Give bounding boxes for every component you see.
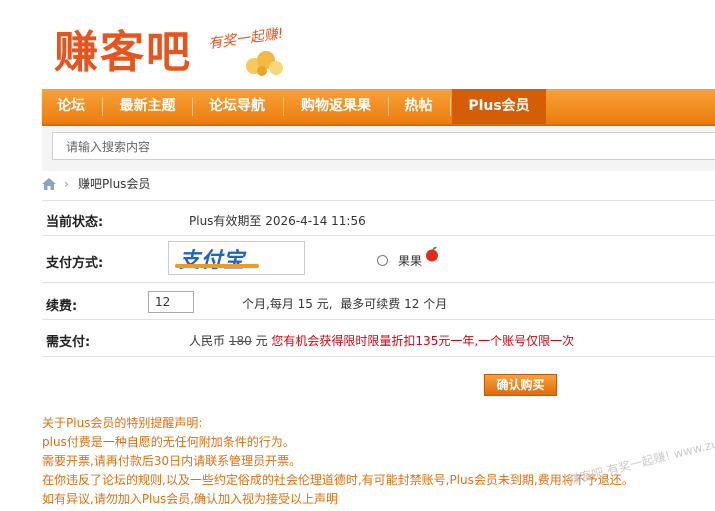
- renew-text-1: 个月,每月: [242, 297, 294, 311]
- notice-line: 需要开票,请再付款后30日内请联系管理员开票。: [42, 454, 302, 468]
- breadcrumb-current[interactable]: 赚吧Plus会员: [78, 172, 150, 196]
- pay-promo: 您有机会获得限时限量折扣135元一年,一个账号仅限一次: [271, 334, 575, 348]
- notice-line: plus付费是一种自愿的无任何附加条件的行为。: [42, 435, 295, 449]
- nav-item-plus[interactable]: Plus会员: [452, 89, 546, 124]
- chevron-right-icon: ›: [64, 177, 69, 191]
- nav-item-shopping[interactable]: 购物返果果: [286, 89, 386, 124]
- main-nav: 论坛 最新主题 论坛导航 购物返果果 热帖 Plus会员: [42, 89, 715, 126]
- status-label: 当前状态:: [46, 215, 104, 230]
- renew-label: 续费:: [46, 299, 78, 314]
- logo-title: 赚客吧: [54, 27, 192, 78]
- pay-row: 需支付: 人民币 180 元 您有机会获得限时限量折扣135元一年,一个账号仅限…: [42, 319, 715, 357]
- pay-amount: 180: [228, 334, 252, 348]
- notice-line: 关于Plus会员的特别提醒声明:: [42, 416, 203, 430]
- notice-line: 如有异议,请勿加入Plus会员,确认加入视为接受以上声明: [42, 492, 339, 506]
- renew-max: 12: [404, 297, 420, 311]
- pay-label: 需支付:: [46, 335, 91, 350]
- renew-text-2: 元,: [316, 297, 333, 311]
- notice-line: 在你违反了论坛的规则,以及一些约定俗成的社会伦理道德时,有可能封禁账号,Plus…: [42, 473, 634, 487]
- guoguo-label[interactable]: 果果: [398, 252, 422, 269]
- renew-price: 15: [297, 297, 313, 311]
- renew-text-4: 个月: [423, 297, 448, 311]
- payment-label: 支付方式:: [46, 256, 104, 271]
- guoguo-radio[interactable]: [377, 255, 388, 266]
- search-input[interactable]: 请输入搜索内容: [52, 132, 715, 160]
- nav-item-navigation[interactable]: 论坛导航: [195, 89, 279, 124]
- pay-currency: 人民币: [189, 334, 226, 348]
- renew-text-3: 最多可续费: [340, 297, 401, 311]
- apple-icon: [426, 246, 438, 262]
- plus-notice: 关于Plus会员的特别提醒声明: plus付费是一种自愿的无任何附加条件的行为。…: [42, 414, 634, 509]
- site-logo[interactable]: 赚客吧 有奖一起赚!: [48, 10, 348, 85]
- nav-item-forum[interactable]: 论坛: [42, 89, 100, 124]
- renew-months-input[interactable]: 12: [148, 291, 194, 313]
- status-row: 当前状态: Plus有效期至 2026-4-14 11:56: [42, 200, 715, 235]
- nav-item-hot[interactable]: 热帖: [391, 89, 446, 124]
- confirm-purchase-button[interactable]: 确认购买: [484, 374, 557, 396]
- status-value: Plus有效期至 2026-4-14 11:56: [189, 214, 366, 228]
- home-icon[interactable]: [42, 178, 56, 190]
- alipay-option[interactable]: 支付宝: [168, 241, 305, 275]
- search-bar: 请输入搜索内容: [42, 126, 715, 171]
- alipay-logo: 支付宝: [179, 248, 245, 272]
- nav-item-latest[interactable]: 最新主题: [105, 89, 190, 124]
- pay-unit: 元: [255, 334, 268, 348]
- popcorn-icon: [246, 51, 283, 76]
